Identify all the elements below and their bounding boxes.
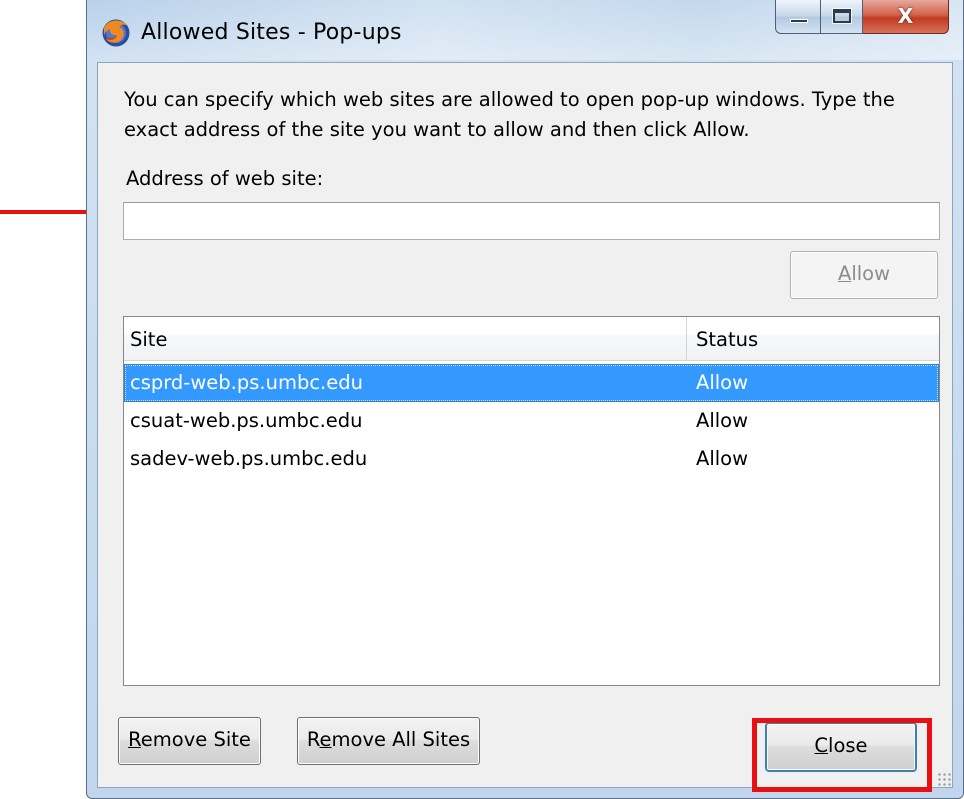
row-status: Allow <box>696 371 749 394</box>
close-icon: X <box>897 4 914 28</box>
title-bar[interactable]: Allowed Sites - Pop-ups X <box>87 0 963 62</box>
minimize-button[interactable] <box>775 0 821 34</box>
remove-site-hotkey: R <box>128 728 141 751</box>
resize-grip[interactable] <box>937 772 951 786</box>
window-title: Allowed Sites - Pop-ups <box>141 20 402 45</box>
remove-all-hotkey: e <box>319 728 332 751</box>
maximize-button[interactable] <box>821 0 863 34</box>
remove-site-button[interactable]: Remove Site <box>118 717 261 765</box>
address-input[interactable] <box>123 202 940 240</box>
row-site: csuat-web.ps.umbc.edu <box>130 409 363 432</box>
list-header: Site Status <box>124 317 939 361</box>
maximize-icon <box>832 8 852 24</box>
allowed-sites-dialog: Allowed Sites - Pop-ups X You can specif… <box>86 0 964 799</box>
remove-site-label: emove Site <box>140 728 251 751</box>
list-rows: csprd-web.ps.umbc.edu Allow csuat-web.ps… <box>124 364 939 478</box>
site-list[interactable]: Site Status csprd-web.ps.umbc.edu Allow … <box>123 316 940 686</box>
allow-button[interactable]: Allow <box>790 251 938 299</box>
row-site: csprd-web.ps.umbc.edu <box>130 371 363 394</box>
column-header-site[interactable]: Site <box>130 317 167 361</box>
column-divider[interactable] <box>686 317 687 361</box>
description-text: You can specify which web sites are allo… <box>124 88 895 141</box>
row-status: Allow <box>696 409 749 432</box>
remove-all-sites-button[interactable]: Remove All Sites <box>297 717 480 765</box>
table-row[interactable]: sadev-web.ps.umbc.edu Allow <box>124 440 939 478</box>
row-status: Allow <box>696 447 749 470</box>
allow-label: llow <box>851 262 891 285</box>
row-site: sadev-web.ps.umbc.edu <box>130 447 368 470</box>
allow-hotkey: A <box>837 262 852 285</box>
address-label: Address of web site: <box>126 167 324 190</box>
minimize-icon <box>790 19 808 23</box>
close-window-button[interactable]: X <box>863 0 949 34</box>
firefox-logo-icon <box>102 19 130 47</box>
caption-buttons: X <box>775 0 949 34</box>
column-header-status[interactable]: Status <box>696 317 758 361</box>
remove-all-label: move All Sites <box>331 728 471 751</box>
table-row[interactable]: csuat-web.ps.umbc.edu Allow <box>124 402 939 440</box>
dialog-body: You can specify which web sites are allo… <box>97 62 953 788</box>
table-row[interactable]: csprd-web.ps.umbc.edu Allow <box>124 364 939 402</box>
close-highlight-box <box>752 718 932 792</box>
remove-all-prefix: R <box>306 728 320 751</box>
